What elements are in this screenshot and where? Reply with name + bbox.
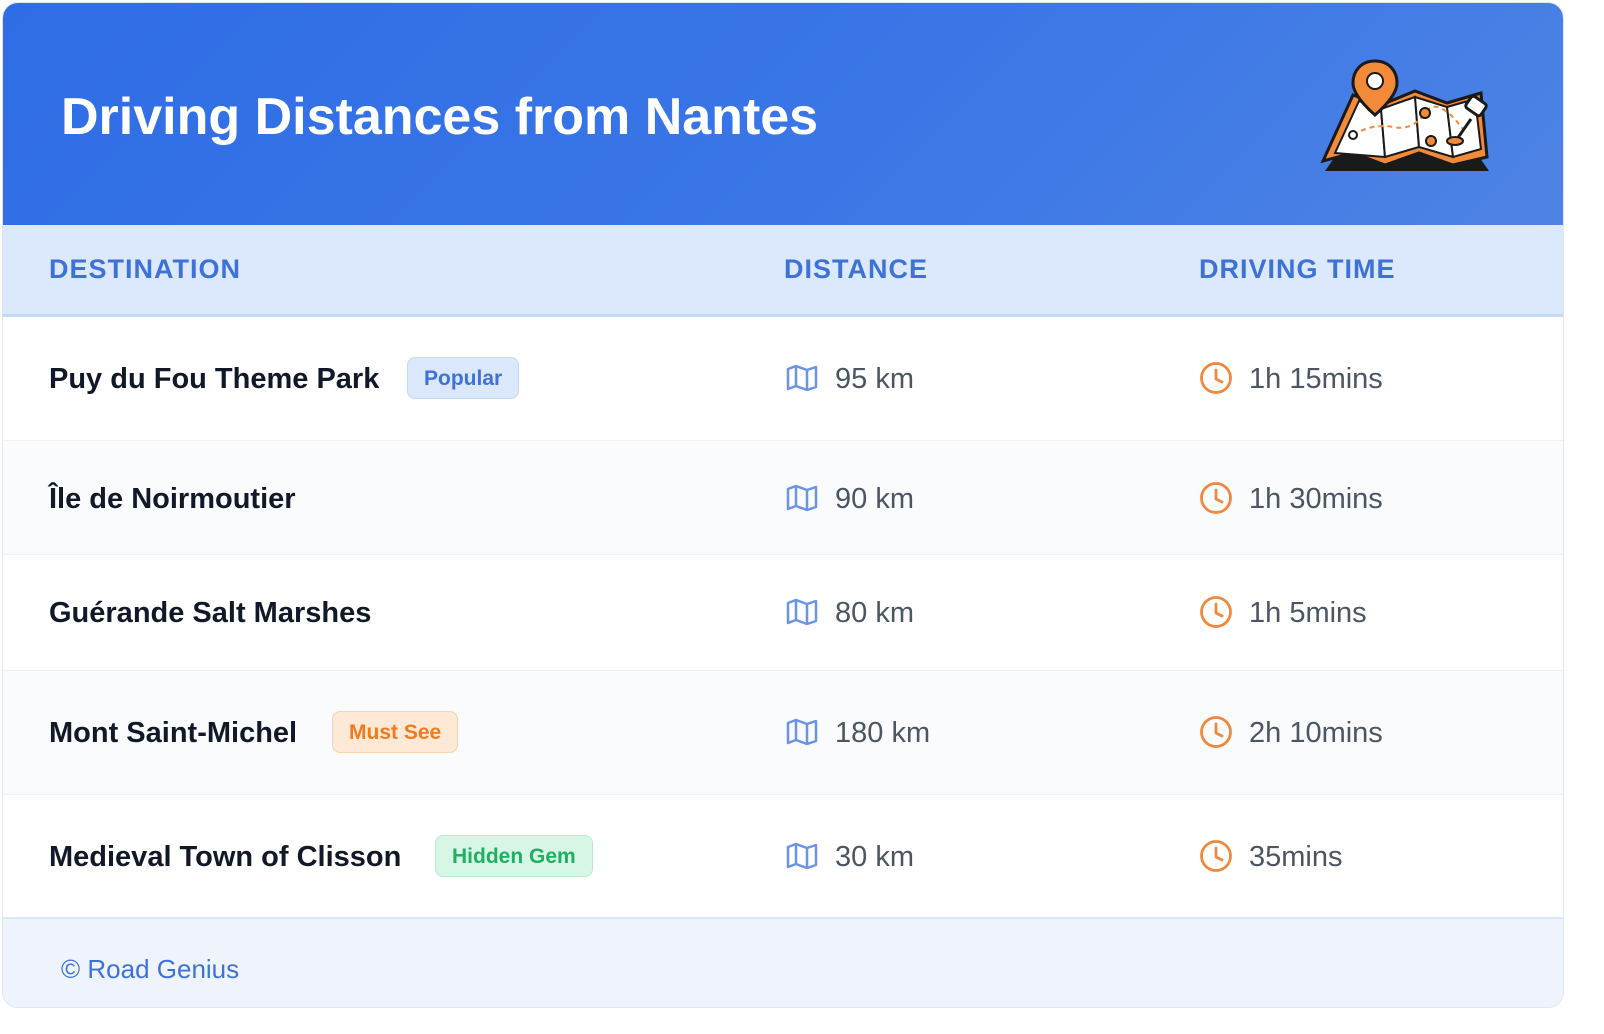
column-header-destination[interactable]: DESTINATION bbox=[49, 254, 241, 285]
destination-name: Puy du Fou Theme Park bbox=[49, 363, 380, 395]
table-row[interactable]: Medieval Town of Clisson Hidden Gem 30 k… bbox=[3, 795, 1563, 917]
distance-value: 30 km bbox=[835, 841, 914, 873]
table-row[interactable]: Guérande Salt Marshes 80 km 1h 5mins bbox=[3, 555, 1563, 671]
driving-time-value: 2h 10mins bbox=[1249, 717, 1383, 749]
hidden-gem-badge: Hidden Gem bbox=[435, 835, 593, 877]
page-title: Driving Distances from Nantes bbox=[61, 88, 819, 146]
destination-name: Medieval Town of Clisson bbox=[49, 841, 402, 873]
header-banner: Driving Distances from Nantes bbox=[3, 3, 1563, 225]
destination-name: Guérande Salt Marshes bbox=[49, 597, 372, 629]
map-icon bbox=[786, 718, 818, 746]
distance-value: 180 km bbox=[835, 717, 931, 749]
distance-value: 80 km bbox=[835, 597, 914, 629]
distances-card: Driving Distances from Nantes DESTINATIO… bbox=[2, 2, 1564, 1008]
driving-time-value: 1h 30mins bbox=[1249, 483, 1383, 515]
footer: © Road Genius bbox=[3, 917, 1563, 1007]
popular-badge: Popular bbox=[407, 357, 520, 399]
driving-time-value: 35mins bbox=[1249, 841, 1343, 873]
clock-icon bbox=[1200, 596, 1232, 628]
driving-time-value: 1h 15mins bbox=[1249, 363, 1383, 395]
clock-icon bbox=[1200, 482, 1232, 514]
table-row[interactable]: Île de Noirmoutier 90 km 1h 30mins bbox=[3, 441, 1563, 555]
table-row[interactable]: Puy du Fou Theme Park Popular 95 km 1h 1… bbox=[3, 317, 1563, 441]
table-header: DESTINATION DISTANCE DRIVING TIME bbox=[3, 225, 1563, 317]
map-icon bbox=[786, 484, 818, 512]
map-icon bbox=[786, 842, 818, 870]
map-pin-illustration-icon bbox=[1320, 59, 1489, 171]
destination-name: Île de Noirmoutier bbox=[49, 483, 296, 515]
clock-icon bbox=[1200, 716, 1232, 748]
column-header-distance[interactable]: DISTANCE bbox=[784, 254, 928, 285]
clock-icon bbox=[1200, 362, 1232, 394]
destination-name: Mont Saint-Michel bbox=[49, 717, 298, 749]
table-row[interactable]: Mont Saint-Michel Must See 180 km 2h 10m… bbox=[3, 671, 1563, 795]
map-icon bbox=[786, 598, 818, 626]
driving-time-value: 1h 5mins bbox=[1249, 597, 1367, 629]
copyright-text[interactable]: © Road Genius bbox=[61, 954, 239, 985]
column-header-driving-time[interactable]: DRIVING TIME bbox=[1199, 254, 1396, 285]
distance-value: 95 km bbox=[835, 363, 914, 395]
map-icon bbox=[786, 364, 818, 392]
must-see-badge: Must See bbox=[332, 711, 459, 753]
clock-icon bbox=[1200, 840, 1232, 872]
distance-value: 90 km bbox=[835, 483, 914, 515]
